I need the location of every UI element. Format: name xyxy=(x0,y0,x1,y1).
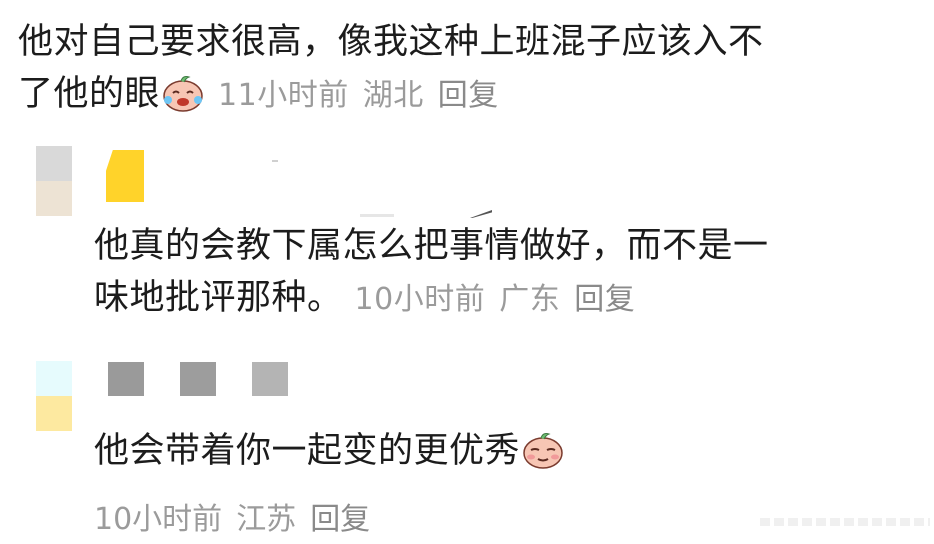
comment-2-name-mark xyxy=(360,214,394,217)
comment-1-reply-button[interactable]: 回复 xyxy=(438,78,499,113)
comment-3-username-block-1[interactable] xyxy=(108,362,144,396)
comment-2-avatar[interactable] xyxy=(36,146,72,216)
comment-2-line1: 他真的会教下属怎么把事情做好，而不是一 xyxy=(94,226,769,266)
comment-2-line2: 味地批评那种。 10小时前 广东 回复 xyxy=(94,272,914,326)
comment-1-meta: 11小时前 湖北 回复 xyxy=(218,78,513,113)
comment-3-username-block-2[interactable] xyxy=(180,362,216,396)
comment-1-location: 湖北 xyxy=(362,78,424,113)
comment-2-name-mark xyxy=(470,210,492,218)
comment-1-line2-text: 了他的眼 xyxy=(18,74,161,114)
comment-2-username[interactable] xyxy=(106,150,144,202)
comment-2-line2-text: 味地批评那种。 xyxy=(94,278,343,318)
comment-1-line2: 了他的眼 11小时前 湖北 回复 xyxy=(18,68,918,128)
comment-1-time: 11小时前 xyxy=(218,78,349,113)
comment-3-text: 他会带着你一起变的更优秀 xyxy=(94,425,914,485)
comment-1-text: 他对自己要求很高，像我这种上班混子应该入不 了他的眼 11小时前 湖北 回复 xyxy=(18,16,918,128)
comment-2-location: 广东 xyxy=(499,282,561,317)
comment-3-username-block-3[interactable] xyxy=(252,362,288,396)
scroll-indicator xyxy=(760,518,930,526)
comment-3-reply-button[interactable]: 回复 xyxy=(310,502,370,537)
comment-2-text: 他真的会教下属怎么把事情做好，而不是一 味地批评那种。 10小时前 广东 回复 xyxy=(94,220,914,326)
comment-2-reply-button[interactable]: 回复 xyxy=(574,282,635,317)
comment-3-meta: 10小时前 江苏 回复 xyxy=(94,494,370,538)
comment-2-time: 10小时前 xyxy=(354,282,486,317)
comment-1-line1: 他对自己要求很高，像我这种上班混子应该入不 xyxy=(18,22,764,62)
crying-laughing-peach-icon xyxy=(160,73,206,128)
comment-2-meta: 10小时前 广东 回复 xyxy=(355,282,650,317)
comment-3-location: 江苏 xyxy=(236,502,297,537)
comment-2-name-mark xyxy=(272,160,278,162)
smug-peach-icon xyxy=(520,428,566,485)
comment-3-line1: 他会带着你一起变的更优秀 xyxy=(94,431,521,471)
comment-3-time: 10小时前 xyxy=(94,502,223,537)
comment-3-avatar[interactable] xyxy=(36,361,72,431)
